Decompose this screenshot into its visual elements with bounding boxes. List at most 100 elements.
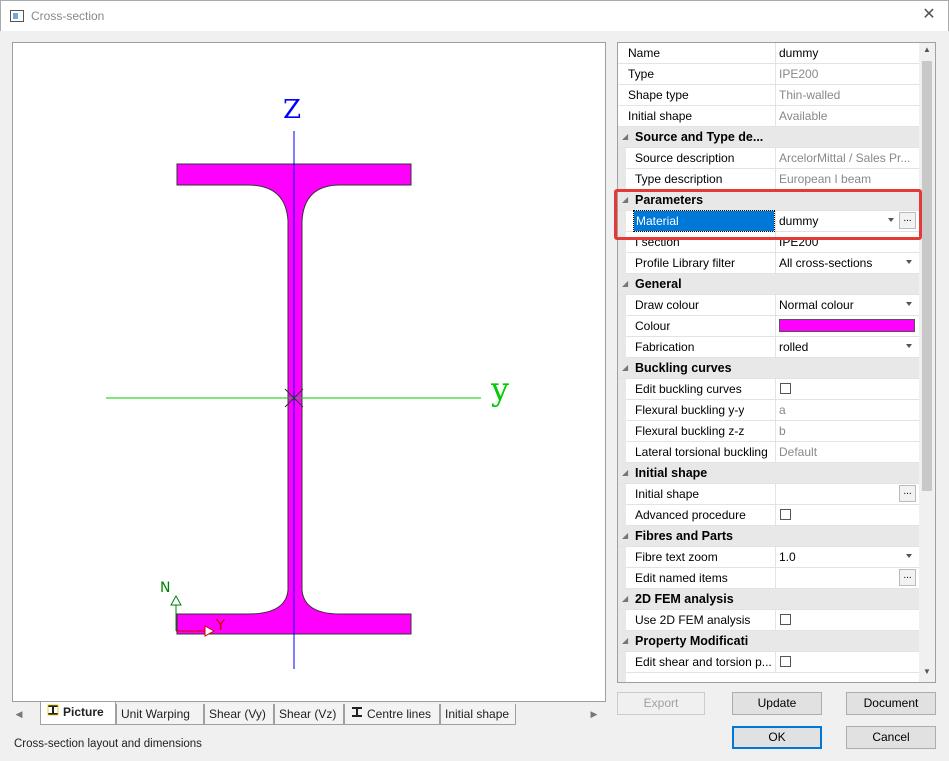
prop-row-draw-colour[interactable]: Draw colour Normal colour	[618, 295, 920, 316]
collapse-icon[interactable]: ◢	[622, 531, 628, 540]
close-icon[interactable]: ✕	[920, 5, 938, 25]
colour-swatch[interactable]	[779, 319, 915, 332]
category-label: General	[635, 277, 682, 291]
category-label: Fibres and Parts	[635, 529, 733, 543]
category-fibres-parts[interactable]: ◢ Fibres and Parts	[618, 526, 920, 547]
document-button[interactable]: Document	[846, 692, 936, 715]
prop-row-partial	[618, 673, 920, 682]
prop-row-use-fem[interactable]: Use 2D FEM analysis	[618, 610, 920, 631]
prop-label: Profile Library filter	[635, 256, 736, 270]
prop-row-shape-type[interactable]: Shape type Thin-walled	[618, 85, 920, 106]
tab-shear-vy[interactable]: Shear (Vy)	[204, 704, 274, 725]
colour-field[interactable]	[775, 316, 918, 336]
prop-row-advanced[interactable]: Advanced procedure	[618, 505, 920, 526]
collapse-icon[interactable]: ◢	[622, 132, 628, 141]
chevron-down-icon[interactable]	[906, 302, 912, 306]
tab-scroll-right-icon[interactable]: ▶	[587, 707, 601, 721]
cross-section-drawing: Z y N Y	[106, 95, 509, 669]
prop-row-name[interactable]: Name dummy	[618, 43, 920, 64]
prop-row-type-description[interactable]: Type description European I beam	[618, 169, 920, 190]
tab-unit-warping[interactable]: Unit Warping	[116, 704, 204, 725]
prop-row-fabrication[interactable]: Fabrication rolled	[618, 337, 920, 358]
ellipsis-button[interactable]: ...	[899, 485, 916, 502]
chevron-down-icon[interactable]	[906, 344, 912, 348]
tab-picture[interactable]: Picture	[40, 702, 116, 725]
tab-shear-vz[interactable]: Shear (Vz)	[274, 704, 344, 725]
prop-label: Colour	[635, 319, 671, 333]
type-description-value: European I beam	[775, 169, 918, 189]
category-2d-fem[interactable]: ◢ 2D FEM analysis	[618, 589, 920, 610]
export-button[interactable]: Export	[617, 692, 705, 715]
tab-centre-lines[interactable]: Centre lines	[344, 704, 440, 725]
collapse-icon[interactable]: ◢	[622, 594, 628, 603]
annotation-highlight-box	[614, 189, 922, 240]
scroll-down-icon[interactable]: ▼	[922, 667, 932, 676]
use-fem-checkbox[interactable]	[780, 614, 791, 625]
scrollbar-thumb[interactable]	[922, 61, 932, 491]
window-icon	[10, 10, 24, 22]
prop-row-initial-shape-edit[interactable]: Initial shape ...	[618, 484, 920, 505]
ellipsis-button[interactable]: ...	[899, 569, 916, 586]
collapse-icon[interactable]: ◢	[622, 279, 628, 288]
cross-section-canvas[interactable]: Z y N Y	[12, 42, 606, 702]
prop-label: Use 2D FEM analysis	[635, 613, 751, 627]
ok-button[interactable]: OK	[732, 726, 822, 749]
draw-colour-dropdown[interactable]: Normal colour	[775, 295, 918, 315]
prop-row-flex-yy[interactable]: Flexural buckling y-y a	[618, 400, 920, 421]
collapse-icon[interactable]: ◢	[622, 363, 628, 372]
category-property-modification[interactable]: ◢ Property Modificati	[618, 631, 920, 652]
category-label: Source and Type de...	[635, 130, 764, 144]
prop-row-type[interactable]: Type IPE200	[618, 64, 920, 85]
view-tabs: ◀ Picture Unit Warping Shear (Vy) Shear …	[12, 702, 606, 726]
category-buckling-curves[interactable]: ◢ Buckling curves	[618, 358, 920, 379]
fabrication-dropdown[interactable]: rolled	[775, 337, 918, 357]
draw-colour-value: Normal colour	[779, 298, 854, 312]
prop-row-source-description[interactable]: Source description ArcelorMittal / Sales…	[618, 148, 920, 169]
prop-row-edit-buckling[interactable]: Edit buckling curves	[618, 379, 920, 400]
tab-label: Picture	[63, 705, 104, 719]
cancel-button[interactable]: Cancel	[846, 726, 936, 749]
category-source-type[interactable]: ◢ Source and Type de...	[618, 127, 920, 148]
edit-buckling-checkbox[interactable]	[780, 383, 791, 394]
prop-row-colour[interactable]: Colour	[618, 316, 920, 337]
prop-row-lateral-torsional[interactable]: Lateral torsional buckling Default	[618, 442, 920, 463]
tab-label: Initial shape	[445, 707, 510, 721]
i-beam-icon	[47, 702, 59, 716]
prop-label: Source description	[635, 151, 735, 165]
shape-type-value: Thin-walled	[775, 85, 918, 105]
tab-scroll-left-icon[interactable]: ◀	[12, 707, 26, 721]
scroll-up-icon[interactable]: ▲	[922, 45, 932, 54]
prop-row-flex-zz[interactable]: Flexural buckling z-z b	[618, 421, 920, 442]
tab-label: Unit Warping	[121, 707, 190, 721]
collapse-icon[interactable]: ◢	[622, 468, 628, 477]
prop-label: Flexural buckling z-z	[635, 424, 745, 438]
prop-row-initial-shape[interactable]: Initial shape Available	[618, 106, 920, 127]
tab-label: Shear (Vy)	[209, 707, 266, 721]
property-grid-scrollbar[interactable]: ▲ ▼	[919, 43, 935, 682]
name-field[interactable]: dummy	[775, 43, 918, 63]
category-initial-shape[interactable]: ◢ Initial shape	[618, 463, 920, 484]
prop-label: Flexural buckling y-y	[635, 403, 745, 417]
prop-label: Shape type	[628, 88, 689, 102]
category-general[interactable]: ◢ General	[618, 274, 920, 295]
lateral-torsional-value: Default	[775, 442, 918, 462]
prop-row-profile-filter[interactable]: Profile Library filter All cross-section…	[618, 253, 920, 274]
prop-row-edit-shear[interactable]: Edit shear and torsion p...	[618, 652, 920, 673]
profile-filter-dropdown[interactable]: All cross-sections	[775, 253, 918, 273]
i-beam-icon	[351, 704, 363, 717]
prop-row-fibre-zoom[interactable]: Fibre text zoom 1.0	[618, 547, 920, 568]
edit-shear-checkbox[interactable]	[780, 656, 791, 667]
chevron-down-icon[interactable]	[906, 554, 912, 558]
prop-label: Initial shape	[628, 109, 693, 123]
fibre-zoom-dropdown[interactable]: 1.0	[775, 547, 918, 567]
prop-row-edit-named[interactable]: Edit named items ...	[618, 568, 920, 589]
title-bar: Cross-section ✕	[0, 0, 949, 31]
update-button[interactable]: Update	[732, 692, 822, 715]
chevron-down-icon[interactable]	[906, 260, 912, 264]
prop-label: Advanced procedure	[635, 508, 746, 522]
tab-initial-shape[interactable]: Initial shape	[440, 704, 516, 725]
flex-yy-value: a	[775, 400, 918, 420]
prop-label: Lateral torsional buckling	[635, 445, 768, 459]
collapse-icon[interactable]: ◢	[622, 636, 628, 645]
advanced-checkbox[interactable]	[780, 509, 791, 520]
